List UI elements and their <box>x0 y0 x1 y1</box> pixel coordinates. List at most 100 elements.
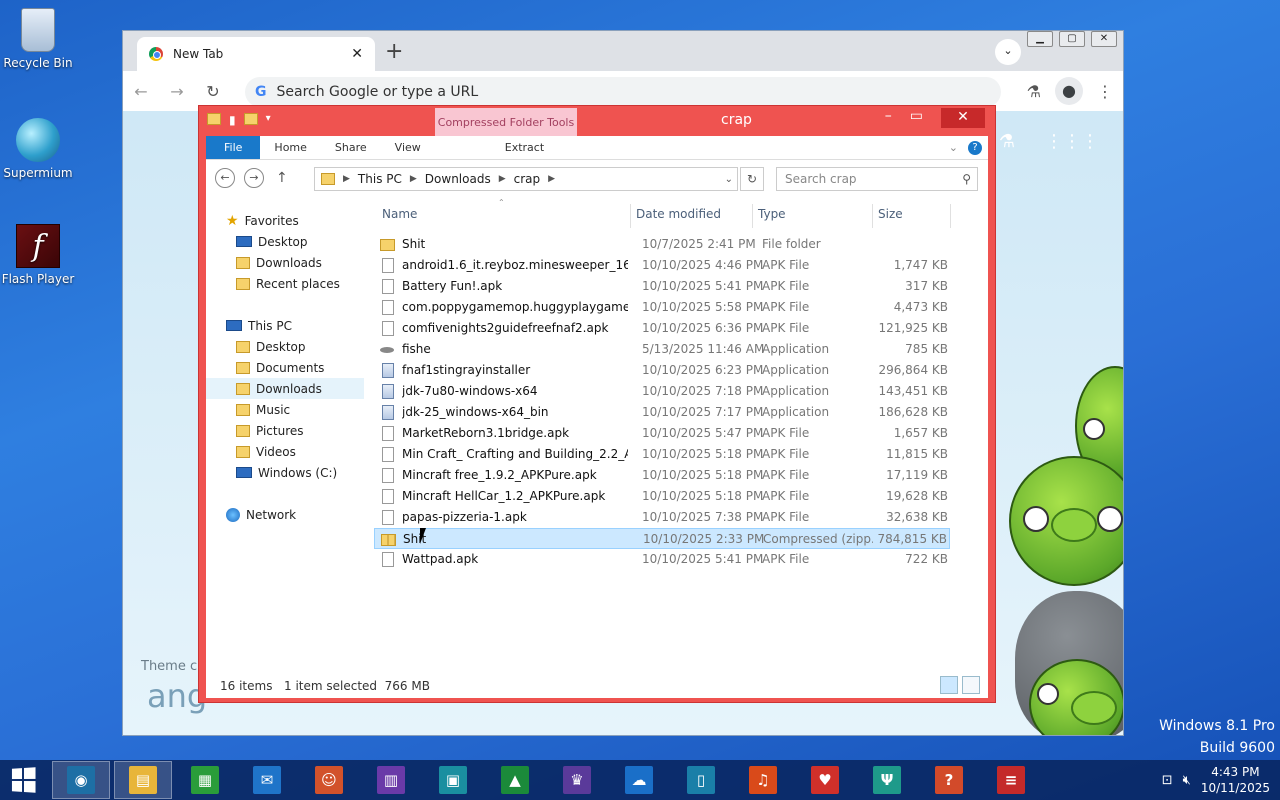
maximize-button[interactable]: ▭ <box>910 108 923 128</box>
large-icons-view-icon[interactable] <box>962 676 980 694</box>
nav-pc-pictures[interactable]: Pictures <box>236 420 374 441</box>
file-row[interactable]: Mincraft free_1.9.2_APKPure.apk 10/10/202… <box>374 465 950 486</box>
file-row[interactable]: Shit 10/10/2025 2:33 PM Compressed (zipp..… <box>374 528 950 549</box>
desktop-icon-recycle-bin[interactable]: Recycle Bin <box>0 8 76 70</box>
nav-pc-downloads[interactable]: Downloads <box>206 378 364 399</box>
file-row[interactable]: Battery Fun!.apk 10/10/2025 5:41 PM APK Fi… <box>374 276 950 297</box>
column-header-date[interactable]: Date modified <box>636 196 721 234</box>
nav-pc-music[interactable]: Music <box>236 399 374 420</box>
file-row[interactable]: Wattpad.apk 10/10/2025 5:41 PM APK File 722… <box>374 549 950 570</box>
nav-pc-documents[interactable]: Documents <box>236 357 374 378</box>
file-row[interactable]: Min Craft_ Crafting and Building_2.2_AP.… <box>374 444 950 465</box>
start-button[interactable] <box>0 760 46 800</box>
properties-icon[interactable]: ▮ <box>229 113 236 127</box>
file-row[interactable]: comfivenights2guidefreefnaf2.apk 10/10/20… <box>374 318 950 339</box>
file-row[interactable]: android1.6_it.reyboz.minesweeper_160.apk… <box>374 255 950 276</box>
close-button[interactable]: ✕ <box>941 108 985 128</box>
column-header-type[interactable]: Type <box>758 196 786 234</box>
back-arrow-icon[interactable]: ← <box>215 168 235 188</box>
taskbar-app-photos[interactable]: ▣ <box>424 761 482 799</box>
profile-avatar-icon[interactable]: ● <box>1055 77 1083 105</box>
breadcrumb-crap[interactable]: crap <box>514 172 541 186</box>
forward-arrow-icon[interactable]: → <box>159 82 195 101</box>
labs-flask-icon[interactable]: ⚗ <box>1027 82 1041 101</box>
column-divider[interactable] <box>950 204 951 228</box>
taskbar-app-people[interactable]: ☺ <box>300 761 358 799</box>
taskbar-app-help[interactable]: ? <box>920 761 978 799</box>
refresh-icon[interactable]: ↻ <box>740 167 764 191</box>
tab-file[interactable]: File <box>206 136 261 159</box>
taskbar-app-health[interactable]: ♥ <box>796 761 854 799</box>
breadcrumb-separator-icon[interactable]: ▶ <box>410 174 417 184</box>
column-header-size[interactable]: Size <box>878 196 903 234</box>
help-icon[interactable]: ? <box>968 140 982 155</box>
nav-pc-desktop[interactable]: Desktop <box>236 336 374 357</box>
breadcrumb-this-pc[interactable]: This PC <box>358 172 402 186</box>
address-bar[interactable]: ▶ This PC ▶ Downloads ▶ crap ▶ ⌄ <box>314 167 738 191</box>
maximize-button[interactable]: ▢ <box>1059 31 1085 47</box>
taskbar-app-reading-list[interactable]: ▯ <box>672 761 730 799</box>
minimize-button[interactable]: – <box>885 108 892 128</box>
taskbar-app-music[interactable]: ♫ <box>734 761 792 799</box>
taskbar-app-supermium[interactable]: ◉ <box>52 761 110 799</box>
taskbar-app-reading[interactable]: ≡ <box>982 761 1040 799</box>
nav-this-pc[interactable]: This PC <box>226 315 364 336</box>
nav-fav-downloads[interactable]: Downloads <box>236 252 374 273</box>
close-tab-icon[interactable]: ✕ <box>351 46 363 62</box>
column-divider[interactable] <box>752 204 753 228</box>
file-row[interactable]: MarketReborn3.1bridge.apk 10/10/2025 5:47… <box>374 423 950 444</box>
file-row[interactable]: Mincraft HellCar_1.2_APKPure.apk 10/10/20… <box>374 486 950 507</box>
tab-search-chevron-icon[interactable]: ⌄ <box>995 39 1021 65</box>
minimize-button[interactable]: ▁ <box>1027 31 1053 47</box>
apps-grid-icon[interactable]: ⋮⋮⋮ <box>1045 131 1099 152</box>
clock[interactable]: 4:43 PM 10/11/2025 <box>1201 764 1270 796</box>
nav-pc-videos[interactable]: Videos <box>236 441 374 462</box>
taskbar-app-finance[interactable]: ▲ <box>486 761 544 799</box>
back-arrow-icon[interactable]: ← <box>123 82 159 101</box>
network-tray-icon[interactable]: ⊡ <box>1162 773 1173 788</box>
file-row[interactable]: papas-pizzeria-1.apk 10/10/2025 7:38 PM AP… <box>374 507 950 528</box>
desktop-icon-supermium[interactable]: Supermium <box>0 118 76 180</box>
customize-qat-chevron-icon[interactable]: ▾ <box>266 113 271 127</box>
taskbar-app-onedrive[interactable]: ☁ <box>610 761 668 799</box>
file-row[interactable]: com.poppygamemop.huggyplaygameti... 10/10… <box>374 297 950 318</box>
file-row[interactable]: jdk-25_windows-x64_bin 10/10/2025 7:17 PM… <box>374 402 950 423</box>
search-icon[interactable]: ⚲ <box>962 168 971 190</box>
forward-arrow-icon[interactable]: → <box>244 168 264 188</box>
column-header-name[interactable]: Name <box>382 196 417 234</box>
volume-muted-icon[interactable]: 🔇︎ <box>1183 773 1191 788</box>
reload-icon[interactable]: ↻ <box>195 82 231 101</box>
details-view-icon[interactable] <box>940 676 958 694</box>
tab-new-tab[interactable]: New Tab ✕ <box>137 37 375 71</box>
file-row[interactable]: jdk-7u80-windows-x64 10/10/2025 7:18 PM Ap… <box>374 381 950 402</box>
tab-home[interactable]: Home <box>260 136 320 159</box>
breadcrumb-separator-icon[interactable]: ▶ <box>548 174 555 184</box>
tab-share[interactable]: Share <box>321 136 381 159</box>
breadcrumb-separator-icon[interactable]: ▶ <box>343 174 350 184</box>
nav-favorites[interactable]: ★ Favorites <box>226 210 364 231</box>
nav-pc-windows-c[interactable]: Windows (C:) <box>236 462 374 483</box>
desktop-icon-flash-player[interactable]: f Flash Player <box>0 224 76 286</box>
omnibox-input[interactable]: G Search Google or type a URL <box>245 77 1001 107</box>
tab-extract[interactable]: Extract <box>490 136 559 159</box>
nav-network[interactable]: Network <box>226 504 364 525</box>
tab-view[interactable]: View <box>381 136 435 159</box>
taskbar-app-store[interactable]: ▦ <box>176 761 234 799</box>
up-arrow-icon[interactable]: ↑ <box>276 170 288 186</box>
breadcrumb-separator-icon[interactable]: ▶ <box>499 174 506 184</box>
close-button[interactable]: ✕ <box>1091 31 1117 47</box>
labs-icon[interactable]: ⚗ <box>999 131 1015 152</box>
file-row[interactable]: Shit 10/7/2025 2:41 PM File folder <box>374 234 950 255</box>
taskbar-app-games[interactable]: ♛ <box>548 761 606 799</box>
taskbar-app-calendar[interactable]: ▥ <box>362 761 420 799</box>
expand-ribbon-chevron-icon[interactable]: ⌄ <box>949 141 958 154</box>
new-folder-icon[interactable] <box>243 113 258 125</box>
new-tab-button[interactable]: + <box>385 39 403 64</box>
taskbar-app-file-explorer[interactable]: ▤ <box>114 761 172 799</box>
taskbar-app-mail[interactable]: ✉ <box>238 761 296 799</box>
taskbar-app-food[interactable]: Ψ <box>858 761 916 799</box>
search-input[interactable]: Search crap ⚲ <box>776 167 978 191</box>
column-divider[interactable] <box>872 204 873 228</box>
nav-fav-recent-places[interactable]: Recent places <box>236 273 374 294</box>
menu-kebab-icon[interactable]: ⋮ <box>1097 82 1113 101</box>
